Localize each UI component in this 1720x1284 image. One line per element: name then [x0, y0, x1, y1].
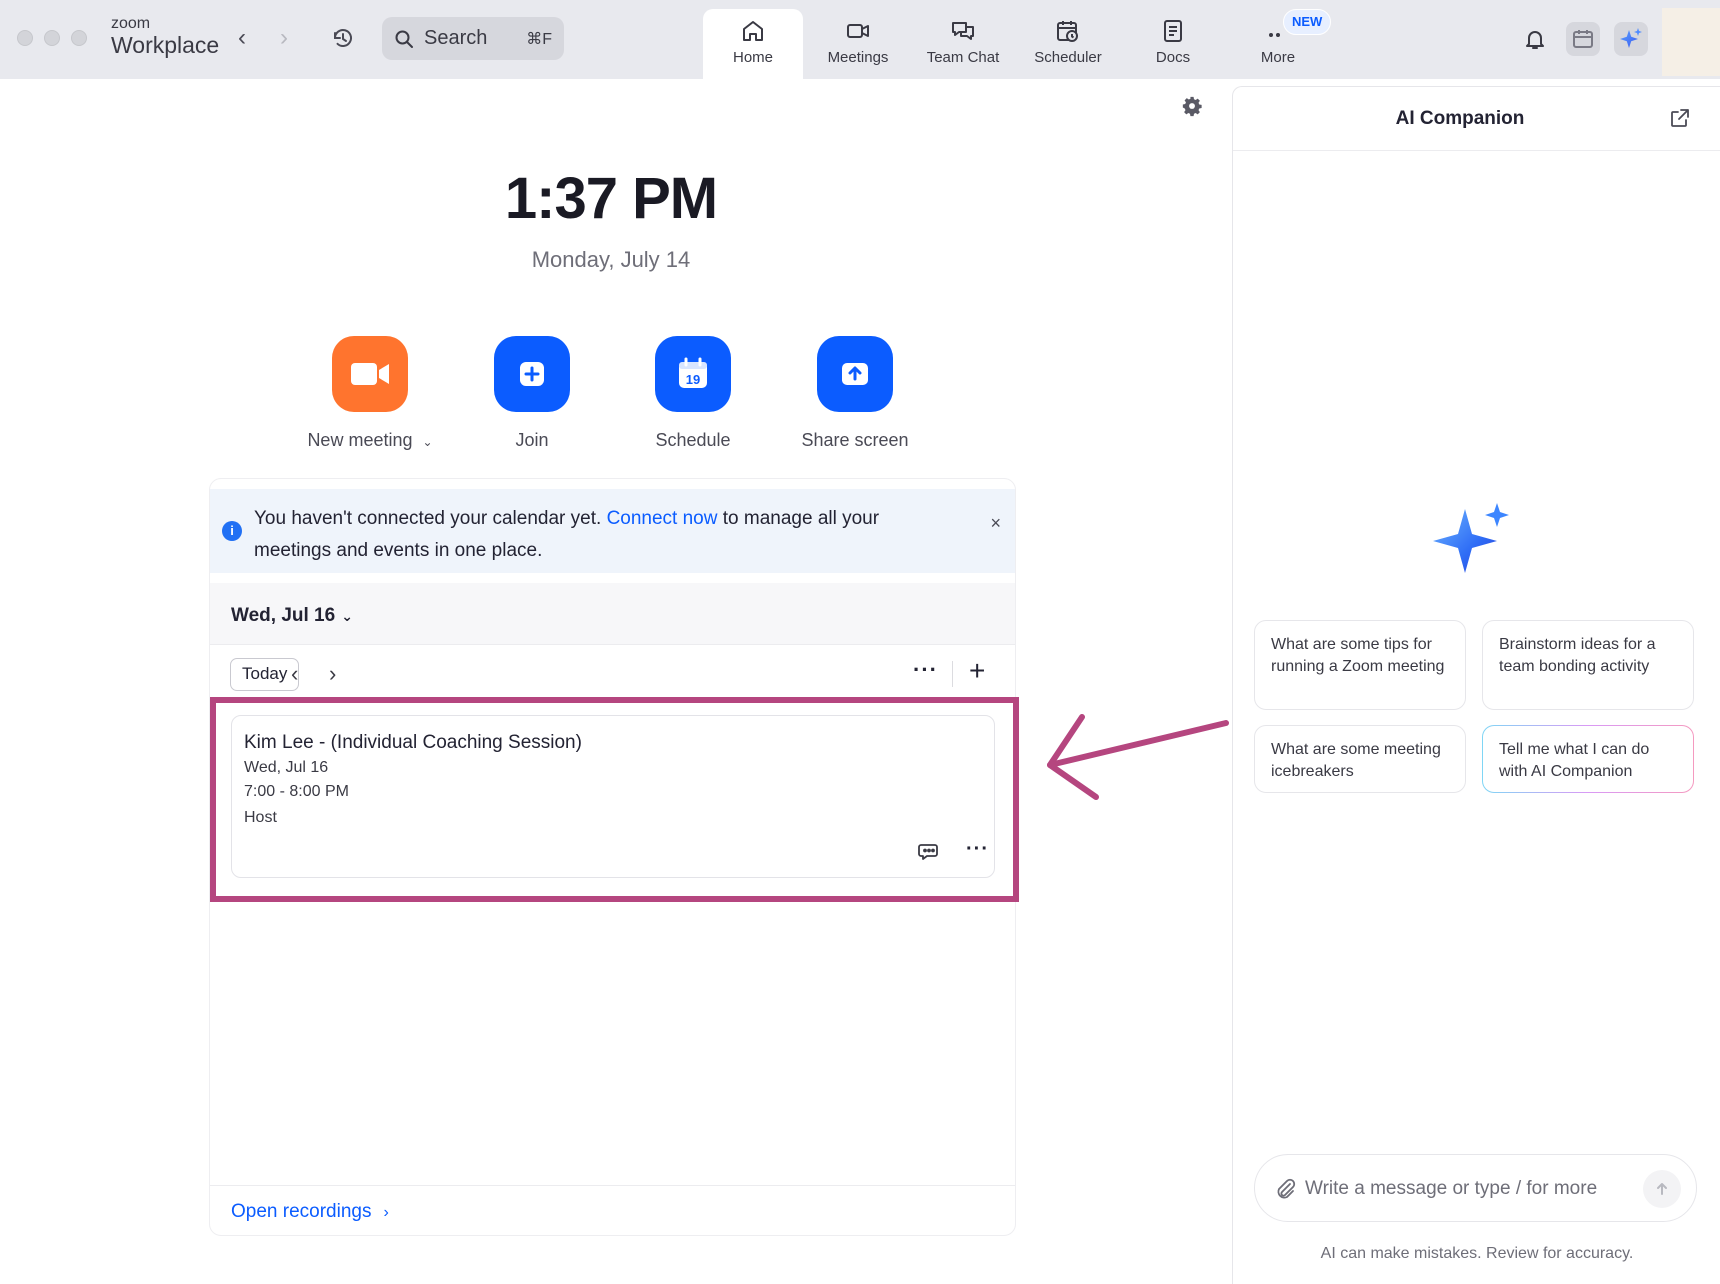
banner-text: You haven't connected your calendar yet.… [254, 508, 880, 561]
calendar-date-picker[interactable]: Wed, Jul 16 ⌄ [231, 605, 353, 627]
tab-home[interactable]: Home [703, 9, 803, 79]
window-zoom-button[interactable] [71, 30, 87, 46]
share-up-arrow-icon [842, 363, 868, 385]
tab-label: Home [732, 49, 773, 66]
brand-big: Workplace [111, 32, 220, 58]
ai-message-composer [1254, 1154, 1697, 1222]
tab-docs[interactable]: Docs [1123, 0, 1223, 79]
schedule-action[interactable]: 19 Schedule [613, 336, 773, 451]
ai-companion-sparkle-icon[interactable] [1614, 22, 1648, 56]
join-action[interactable]: Join [452, 336, 612, 451]
tab-label: Team Chat [926, 49, 1000, 66]
calendar-header: Wed, Jul 16 ⌄ [210, 583, 1015, 645]
send-arrow-icon[interactable] [1643, 1170, 1681, 1208]
window-minimize-button[interactable] [44, 30, 60, 46]
new-meeting-label: New meeting [307, 430, 413, 450]
suggestion-chip-4[interactable]: Tell me what I can do with AI Companion [1482, 725, 1694, 793]
tab-label: Meetings [827, 49, 889, 66]
card-footer: Open recordings › [210, 1185, 1015, 1235]
clock-time: 1:37 PM [504, 166, 718, 231]
forward-arrow-icon[interactable]: › [272, 24, 296, 52]
previous-day-icon[interactable]: ‹ [291, 660, 298, 688]
more-options-icon[interactable]: ··· [913, 659, 938, 681]
open-recordings-link[interactable]: Open recordings › [231, 1201, 389, 1223]
schedule-label: Schedule [655, 430, 731, 450]
next-day-icon[interactable]: › [329, 660, 336, 688]
tab-scheduler[interactable]: Scheduler [1018, 0, 1118, 79]
divider [952, 661, 953, 687]
search-bar[interactable]: Search ⌘F [382, 17, 564, 60]
connect-now-link[interactable]: Connect now [607, 508, 718, 529]
calendar-day: 19 [686, 372, 700, 387]
settings-gear-icon[interactable] [1181, 95, 1203, 117]
calendar-icon: 19 [679, 357, 707, 388]
join-button[interactable] [494, 336, 570, 412]
share-screen-action[interactable]: Share screen [775, 336, 935, 451]
chevron-right-icon: › [383, 1204, 389, 1221]
new-badge: NEW [1283, 9, 1332, 35]
tab-label: Docs [1155, 49, 1191, 66]
ai-companion-panel: AI Companion What are some tips for runn… [1232, 86, 1720, 1284]
notifications-bell-icon[interactable] [1518, 22, 1552, 56]
video-camera-icon [351, 363, 389, 385]
suggestion-chip-2[interactable]: Brainstorm ideas for a team bonding acti… [1482, 620, 1694, 710]
close-icon[interactable]: × [990, 513, 1001, 534]
chevron-down-icon: ⌄ [341, 608, 353, 624]
attachment-paperclip-icon[interactable] [1273, 1177, 1297, 1201]
history-icon[interactable] [329, 24, 357, 52]
ai-disclaimer: AI can make mistakes. Review for accurac… [1320, 1245, 1634, 1262]
suggestion-chip-3[interactable]: What are some meeting icebreakers [1254, 725, 1466, 793]
info-icon: i [222, 521, 242, 541]
annotation-highlight-box [210, 697, 1019, 902]
today-button[interactable]: Today [230, 658, 300, 691]
suggestion-chip-1[interactable]: What are some tips for running a Zoom me… [1254, 620, 1466, 710]
top-bar: zoom Workplace ‹ › Search ⌘F Home Meetin… [0, 0, 1720, 79]
tab-team-chat[interactable]: Team Chat [913, 0, 1013, 79]
tab-meetings[interactable]: Meetings [808, 0, 908, 79]
back-arrow-icon[interactable]: ‹ [230, 24, 254, 52]
tab-label: Scheduler [1034, 49, 1102, 66]
join-label: Join [515, 430, 549, 450]
app-logo: zoom Workplace [111, 16, 219, 57]
ai-companion-title: AI Companion [1395, 108, 1525, 129]
video-camera-icon [847, 24, 869, 38]
plus-icon [520, 362, 544, 386]
search-label: Search [424, 27, 488, 49]
chevron-down-icon[interactable]: ⌄ [422, 435, 432, 449]
avatar[interactable] [1662, 8, 1720, 76]
new-meeting-action[interactable]: New meeting ⌄ [290, 336, 450, 451]
ai-message-input[interactable] [1305, 1173, 1635, 1205]
chat-bubbles-icon [952, 22, 974, 40]
new-meeting-button[interactable] [332, 336, 408, 412]
share-screen-label: Share screen [801, 430, 909, 450]
home-icon [743, 21, 763, 41]
document-icon [1164, 20, 1182, 42]
clock-date: Monday, July 14 [531, 247, 691, 272]
window-close-button[interactable] [17, 30, 33, 46]
whiteboard-calendar-icon[interactable] [1566, 22, 1600, 56]
calendar-clock-icon [1057, 21, 1078, 42]
brand-small: zoom [111, 15, 151, 32]
pop-out-icon[interactable] [1669, 107, 1691, 129]
ai-sparkle-icon [1433, 503, 1509, 573]
calendar-connect-banner: i You haven't connected your calendar ye… [210, 489, 1015, 573]
ai-companion-header: AI Companion [1233, 87, 1720, 151]
search-icon [395, 30, 413, 48]
annotation-arrow-icon [1047, 714, 1229, 800]
share-screen-button[interactable] [817, 336, 893, 412]
search-shortcut: ⌘F [526, 30, 552, 48]
schedule-button[interactable]: 19 [655, 336, 731, 412]
tab-label: More [1260, 49, 1296, 66]
add-event-icon[interactable]: + [969, 655, 985, 687]
